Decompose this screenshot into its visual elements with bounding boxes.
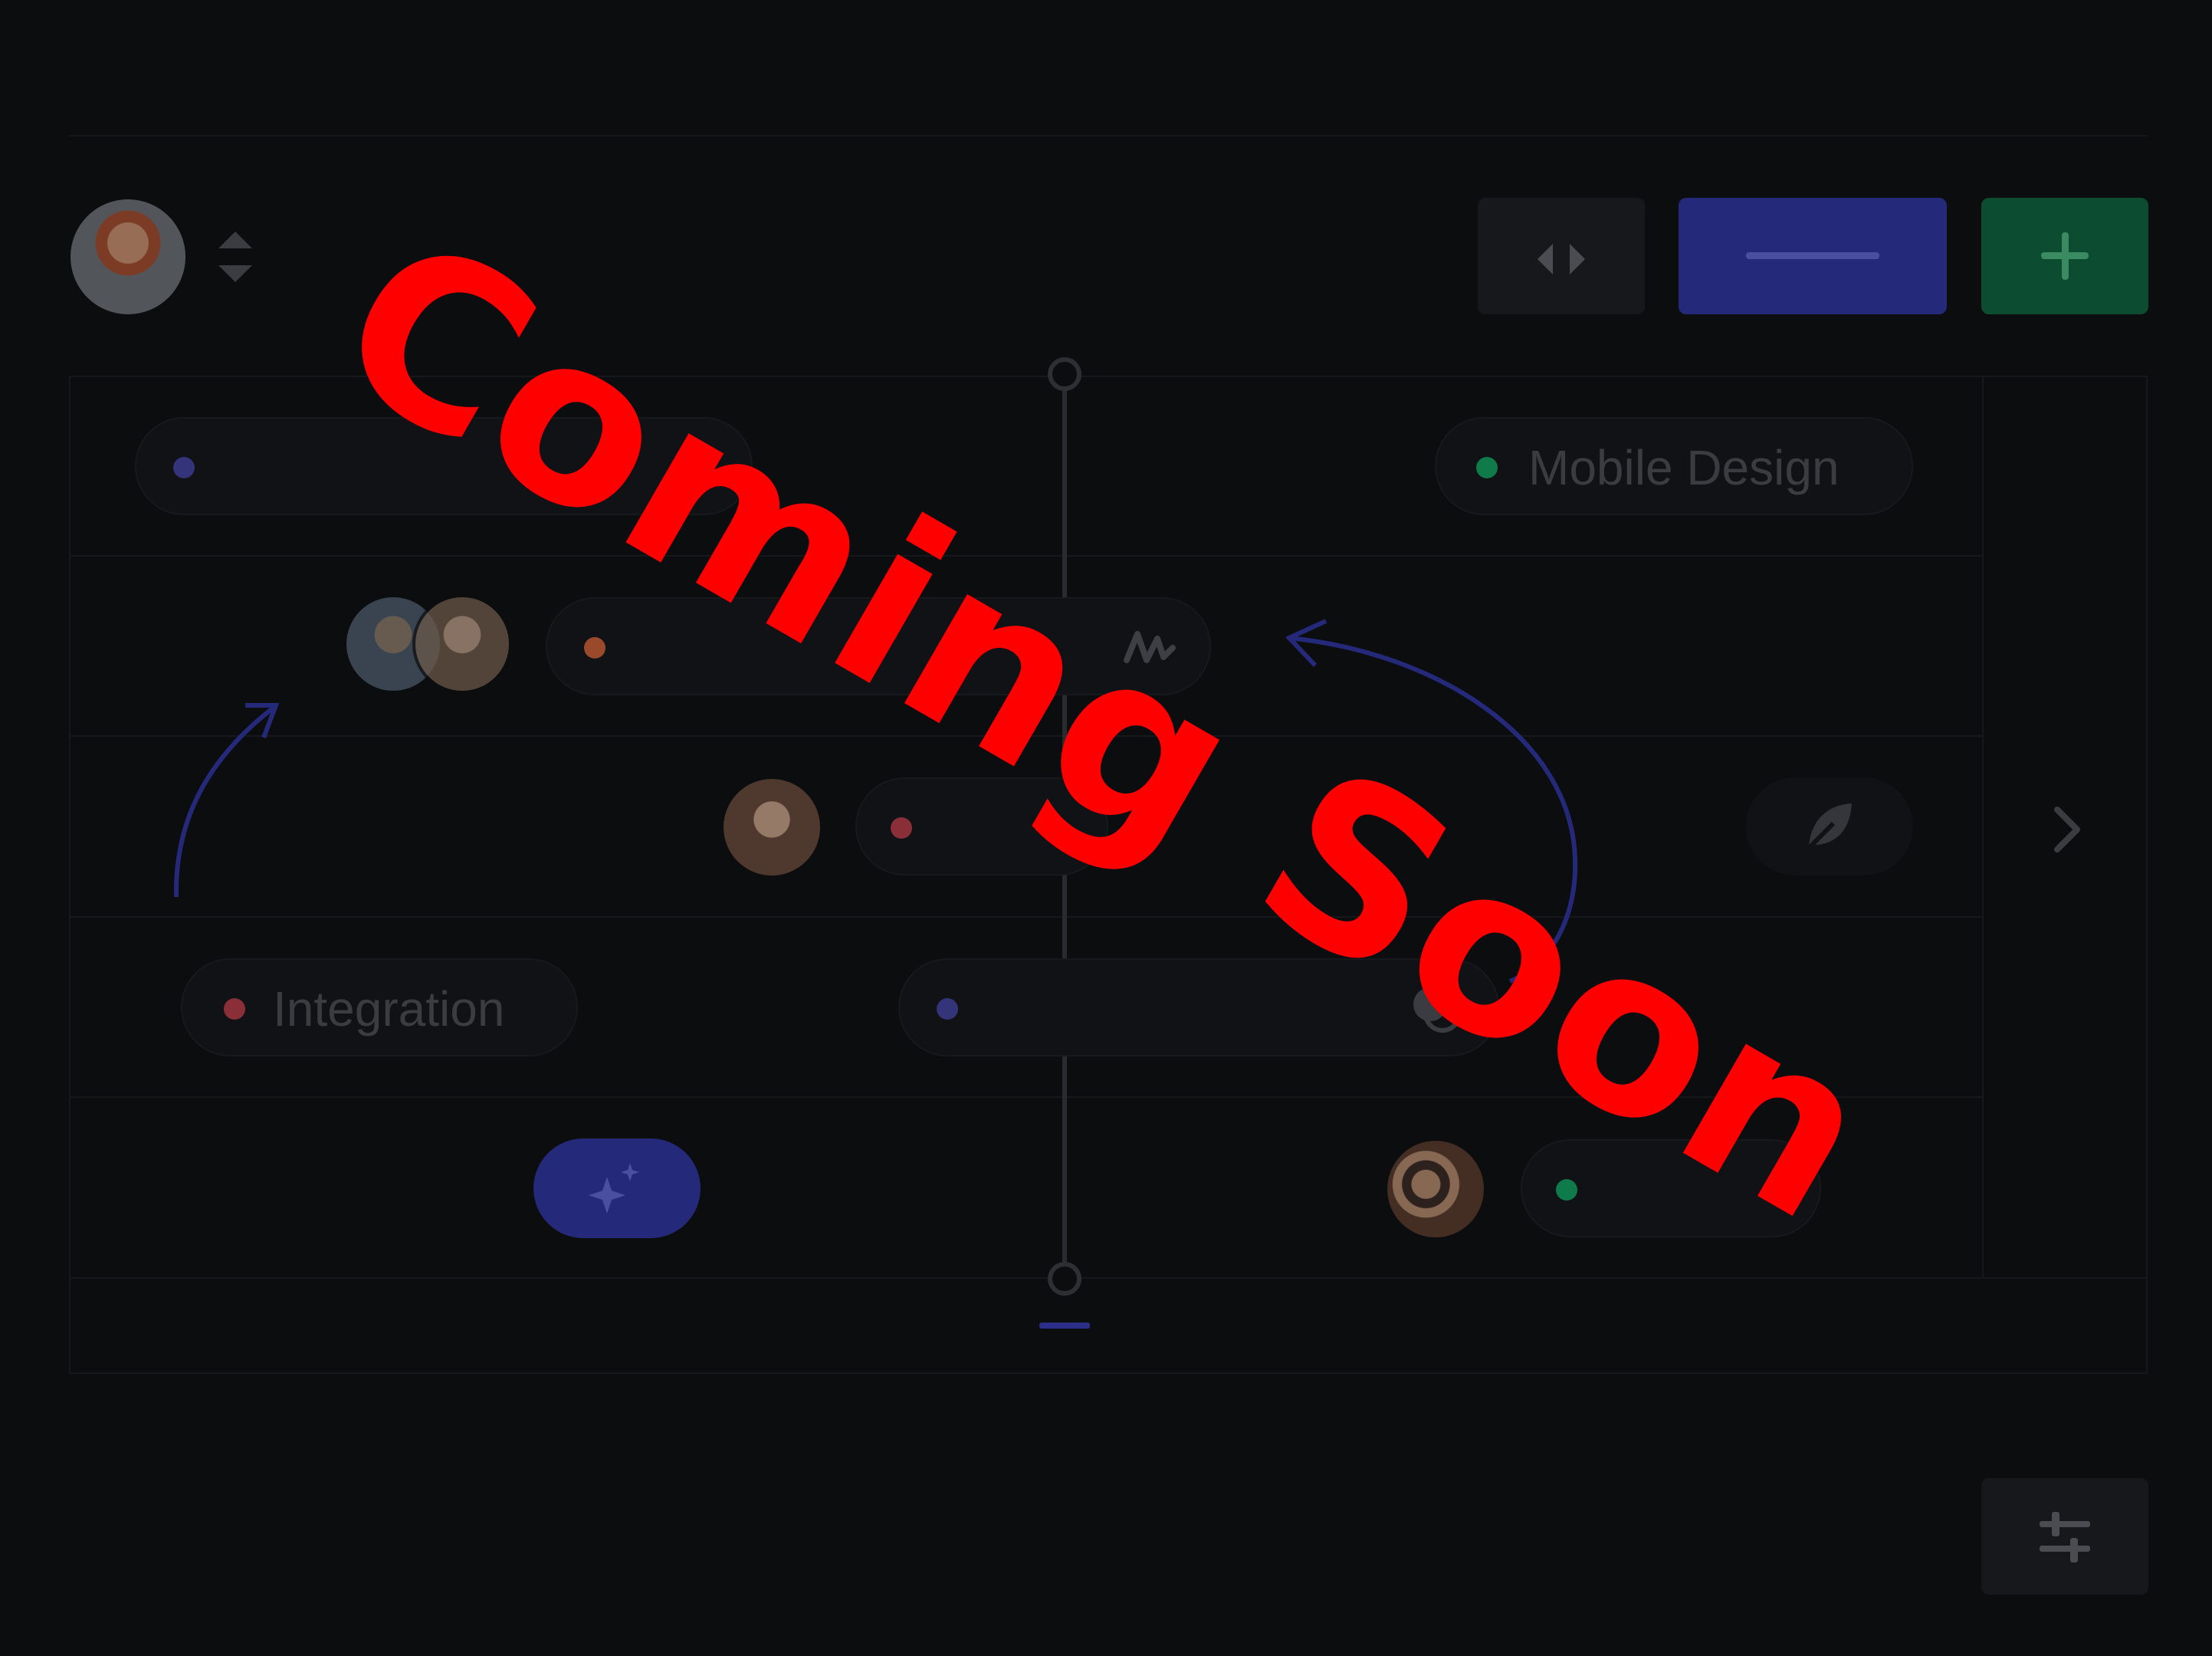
- avatar: [1384, 1138, 1487, 1240]
- chevron-left-icon: [1538, 244, 1553, 274]
- ai-sparkle-button[interactable]: [533, 1138, 701, 1238]
- add-button[interactable]: [1981, 198, 2148, 314]
- leaf-button[interactable]: [1746, 777, 1913, 876]
- timeline-marker: [1039, 1322, 1090, 1329]
- status-dot: [1476, 457, 1498, 478]
- column-divider: [1982, 376, 1984, 1279]
- minus-button[interactable]: [1679, 198, 1947, 314]
- timeline-start-handle[interactable]: [1048, 357, 1081, 391]
- status-dot: [937, 998, 958, 1020]
- task-pill-mobile-design[interactable]: Mobile Design: [1435, 417, 1913, 515]
- code-view-button[interactable]: [1478, 198, 1645, 314]
- sliders-icon: [2040, 1512, 2090, 1562]
- curved-arrow-icon: [173, 703, 280, 898]
- timeline-end-handle[interactable]: [1048, 1262, 1081, 1296]
- task-label: Integration: [273, 981, 505, 1037]
- status-dot: [891, 817, 912, 839]
- status-dot: [584, 637, 606, 659]
- top-divider: [69, 135, 2148, 136]
- minus-icon: [1746, 252, 1879, 259]
- task-pill-integration[interactable]: Integration: [181, 958, 578, 1056]
- status-dot: [173, 457, 195, 478]
- sort-toggle-icon[interactable]: [218, 232, 252, 282]
- chevron-right-icon[interactable]: [2048, 805, 2086, 854]
- user-avatar[interactable]: [71, 199, 185, 314]
- avatar: [720, 776, 823, 879]
- sparkle-icon: [589, 1163, 639, 1214]
- leaf-icon: [1807, 803, 1852, 850]
- settings-button[interactable]: [1981, 1478, 2148, 1595]
- avatar: [412, 594, 512, 694]
- chevron-right-icon: [1570, 244, 1585, 274]
- status-dot: [1556, 1179, 1577, 1201]
- task-label: Mobile Design: [1528, 440, 1840, 495]
- row-divider: [71, 1277, 2146, 1279]
- status-dot: [224, 998, 245, 1020]
